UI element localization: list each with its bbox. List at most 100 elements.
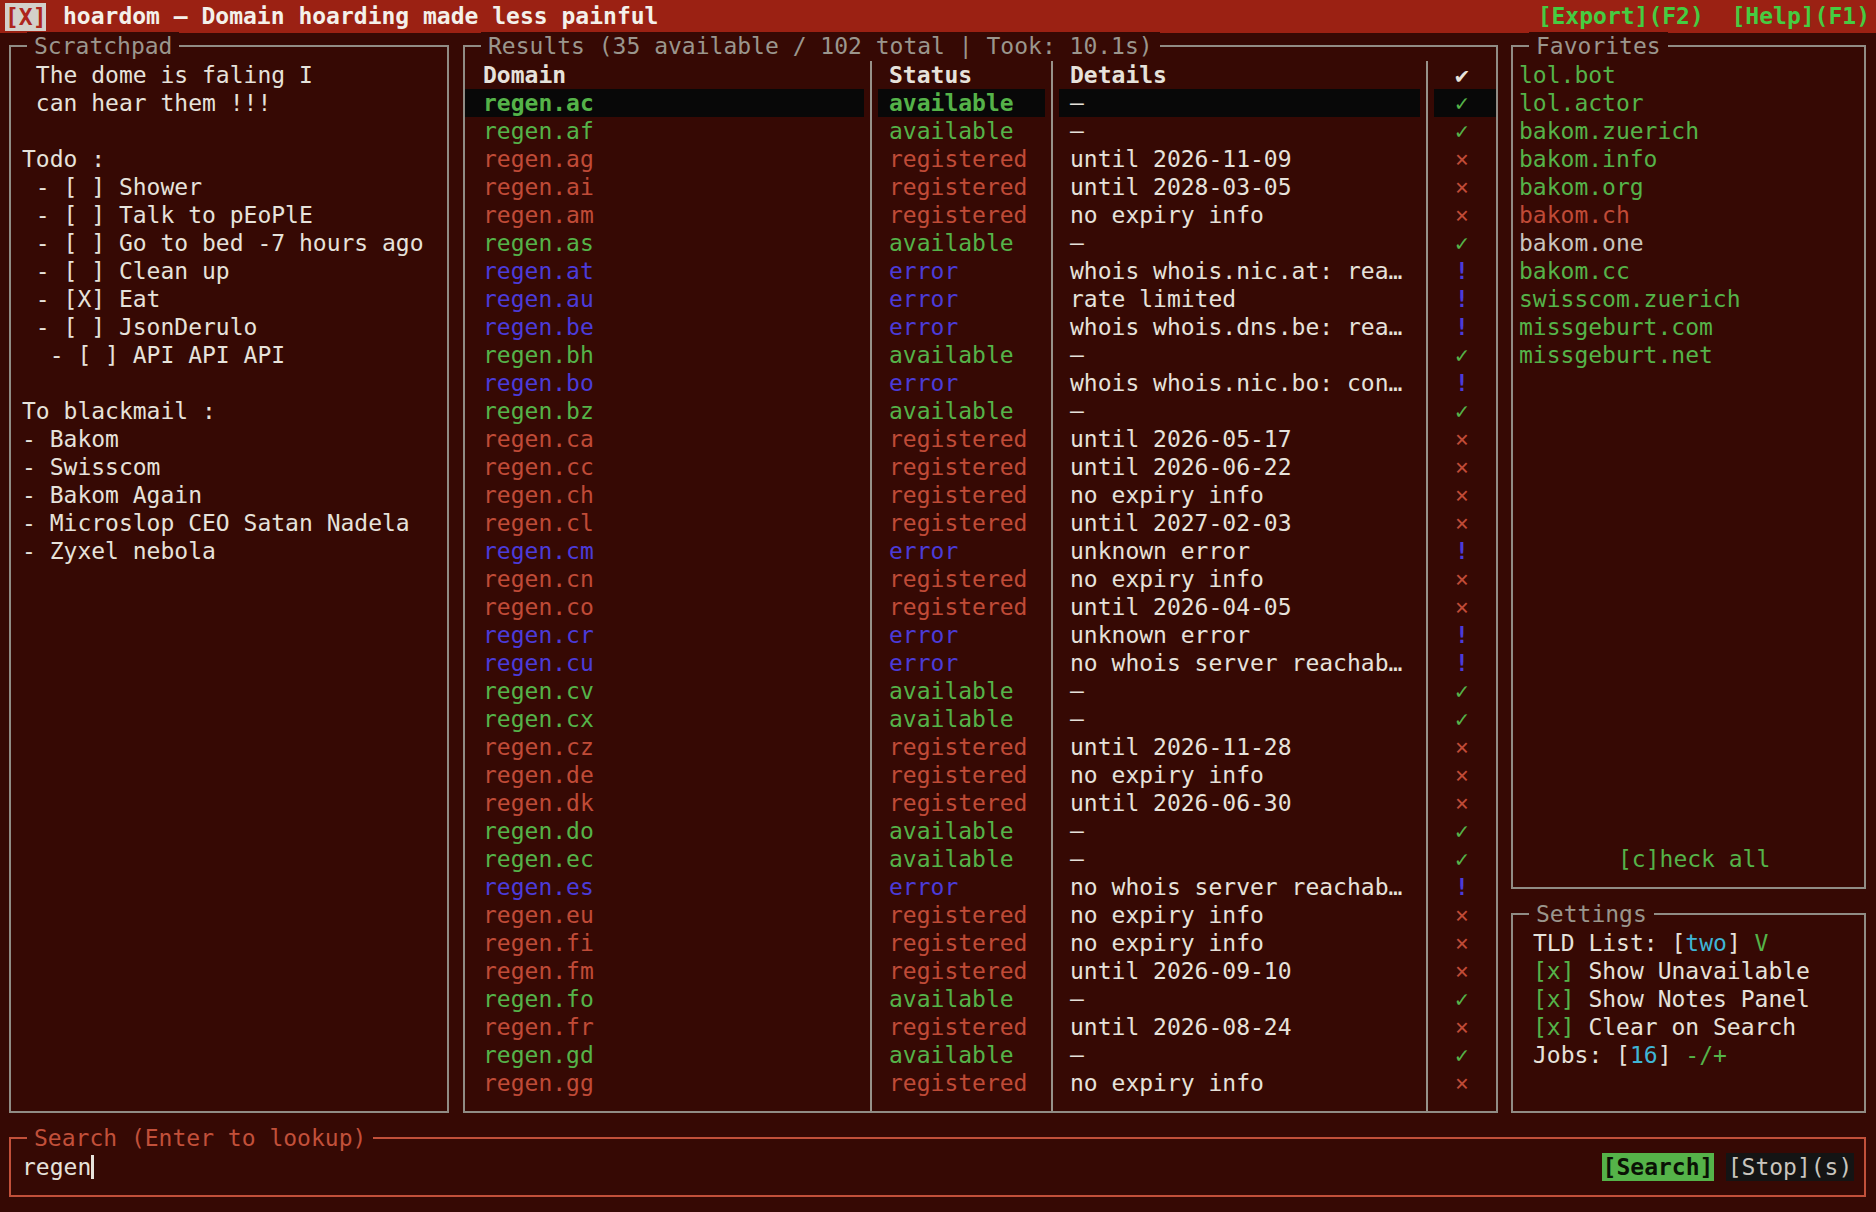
details-cell: — <box>1070 341 1084 369</box>
domain-cell: regen.at <box>483 257 594 285</box>
check-cell: ! <box>1434 257 1490 285</box>
domain-cell: regen.gg <box>483 1069 594 1097</box>
results-row[interactable]: regen.ecavailable—✓ <box>0 845 1876 873</box>
help-button[interactable]: [Help](F1) <box>1732 3 1870 29</box>
search-button[interactable]: [Search] <box>1602 1153 1714 1181</box>
results-row[interactable]: regen.cnregisteredno expiry info× <box>0 565 1876 593</box>
status-cell: registered <box>889 565 1027 593</box>
check-cell: ! <box>1434 285 1490 313</box>
tld-value[interactable]: two <box>1685 930 1727 956</box>
results-row[interactable]: regen.doavailable—✓ <box>0 817 1876 845</box>
tld-dropdown-arrow[interactable]: V <box>1755 930 1769 956</box>
details-cell: whois whois.dns.be: rea… <box>1070 313 1402 341</box>
favorite-item[interactable]: bakom.info <box>1519 145 1657 173</box>
close-button[interactable]: [X] <box>5 3 46 31</box>
domain-cell: regen.co <box>483 593 594 621</box>
scratchpad-line: - Bakom Again <box>22 481 202 509</box>
results-row[interactable]: regen.chregisteredno expiry info× <box>0 481 1876 509</box>
details-cell: no expiry info <box>1070 481 1264 509</box>
favorite-item[interactable]: bakom.zuerich <box>1519 117 1699 145</box>
scratchpad-line: - [X] Eat <box>22 285 160 313</box>
favorite-item[interactable]: swisscom.zuerich <box>1519 285 1741 313</box>
check-cell: × <box>1434 509 1490 537</box>
scratchpad-line: - Zyxel nebola <box>22 537 216 565</box>
check-cell: ! <box>1434 369 1490 397</box>
favorite-item[interactable]: lol.bot <box>1519 61 1616 89</box>
results-row[interactable]: regen.euregisteredno expiry info× <box>0 901 1876 929</box>
check-cell: ✓ <box>1434 1041 1490 1069</box>
favorite-item[interactable]: bakom.org <box>1519 173 1644 201</box>
details-cell: — <box>1070 229 1084 257</box>
results-row[interactable]: regen.ccregistereduntil 2026-06-22× <box>0 453 1876 481</box>
domain-cell: regen.ca <box>483 425 594 453</box>
check-cell: ✓ <box>1434 341 1490 369</box>
status-cell: error <box>889 537 958 565</box>
favorite-item[interactable]: lol.actor <box>1519 89 1644 117</box>
details-cell: — <box>1070 705 1084 733</box>
results-row[interactable]: regen.ggregisteredno expiry info× <box>0 1069 1876 1097</box>
domain-cell: regen.cc <box>483 453 594 481</box>
results-row[interactable]: regen.deregisteredno expiry info× <box>0 761 1876 789</box>
checkbox-row[interactable]: [x] Show Unavailable <box>1533 957 1810 985</box>
results-row[interactable]: regen.crerrorunknown error! <box>0 621 1876 649</box>
status-cell: error <box>889 369 958 397</box>
results-row[interactable]: regen.cxavailable—✓ <box>0 705 1876 733</box>
favorite-item[interactable]: bakom.one <box>1519 229 1644 257</box>
details-cell: until 2026-11-28 <box>1070 733 1292 761</box>
domain-cell: regen.cv <box>483 677 594 705</box>
column-header-domain: Domain <box>483 61 566 89</box>
results-row[interactable]: regen.dkregistereduntil 2026-06-30× <box>0 789 1876 817</box>
favorite-item[interactable]: bakom.ch <box>1519 201 1630 229</box>
check-all-button[interactable]: [c]heck all <box>1618 845 1770 873</box>
app-title: hoardom — Domain hoarding made less pain… <box>63 2 658 30</box>
scratchpad-line: - [ ] Go to bed -7 hours ago <box>22 229 424 257</box>
domain-cell: regen.ch <box>483 481 594 509</box>
titlebar: [X] hoardom — Domain hoarding made less … <box>0 0 1876 33</box>
column-header-status: Status <box>889 61 972 89</box>
search-panel: Search (Enter to lookup) <box>9 1137 1866 1197</box>
results-row[interactable]: regen.cmerrorunknown error! <box>0 537 1876 565</box>
details-cell: no whois server reachab… <box>1070 873 1402 901</box>
favorite-item[interactable]: bakom.cc <box>1519 257 1630 285</box>
results-row[interactable]: regen.cvavailable—✓ <box>0 677 1876 705</box>
domain-cell: regen.cn <box>483 565 594 593</box>
checkbox-label: Show Notes Panel <box>1575 986 1810 1012</box>
status-cell: registered <box>889 1069 1027 1097</box>
status-cell: registered <box>889 901 1027 929</box>
favorite-item[interactable]: missgeburt.com <box>1519 313 1713 341</box>
status-cell: error <box>889 649 958 677</box>
favorite-item[interactable]: missgeburt.net <box>1519 341 1713 369</box>
status-cell: available <box>889 817 1014 845</box>
check-cell: ✓ <box>1434 817 1490 845</box>
export-button[interactable]: [Export](F2) <box>1538 3 1704 29</box>
scratchpad-line: - [ ] Talk to pEoPlE <box>22 201 313 229</box>
checkbox-row[interactable]: [x] Show Notes Panel <box>1533 985 1810 1013</box>
details-cell: whois whois.nic.at: rea… <box>1070 257 1402 285</box>
results-row[interactable]: regen.bzavailable—✓ <box>0 397 1876 425</box>
domain-cell: regen.cz <box>483 733 594 761</box>
details-cell: until 2026-09-10 <box>1070 957 1292 985</box>
domain-cell: regen.ai <box>483 173 594 201</box>
status-cell: registered <box>889 173 1027 201</box>
results-row[interactable]: regen.coregistereduntil 2026-04-05× <box>0 593 1876 621</box>
checkbox-row[interactable]: [x] Clear on Search <box>1533 1013 1796 1041</box>
check-cell: ✓ <box>1434 397 1490 425</box>
results-row[interactable]: regen.czregistereduntil 2026-11-28× <box>0 733 1876 761</box>
scratchpad-line: - [ ] Shower <box>22 173 202 201</box>
details-cell: until 2026-06-22 <box>1070 453 1292 481</box>
domain-cell: regen.cr <box>483 621 594 649</box>
jobs-controls[interactable]: -/+ <box>1685 1042 1727 1068</box>
check-cell: × <box>1434 1069 1490 1097</box>
stop-button[interactable]: [Stop](s) <box>1726 1153 1854 1181</box>
search-input[interactable]: regen <box>22 1153 94 1181</box>
check-cell: × <box>1434 565 1490 593</box>
results-row[interactable]: regen.caregistereduntil 2026-05-17× <box>0 425 1876 453</box>
status-cell: error <box>889 621 958 649</box>
domain-cell: regen.fi <box>483 929 594 957</box>
check-cell: ✓ <box>1434 89 1490 117</box>
results-row[interactable]: regen.cuerrorno whois server reachab…! <box>0 649 1876 677</box>
details-cell: until 2026-04-05 <box>1070 593 1292 621</box>
results-row[interactable]: regen.eserrorno whois server reachab…! <box>0 873 1876 901</box>
results-row[interactable]: regen.boerrorwhois whois.nic.bo: con…! <box>0 369 1876 397</box>
domain-cell: regen.au <box>483 285 594 313</box>
